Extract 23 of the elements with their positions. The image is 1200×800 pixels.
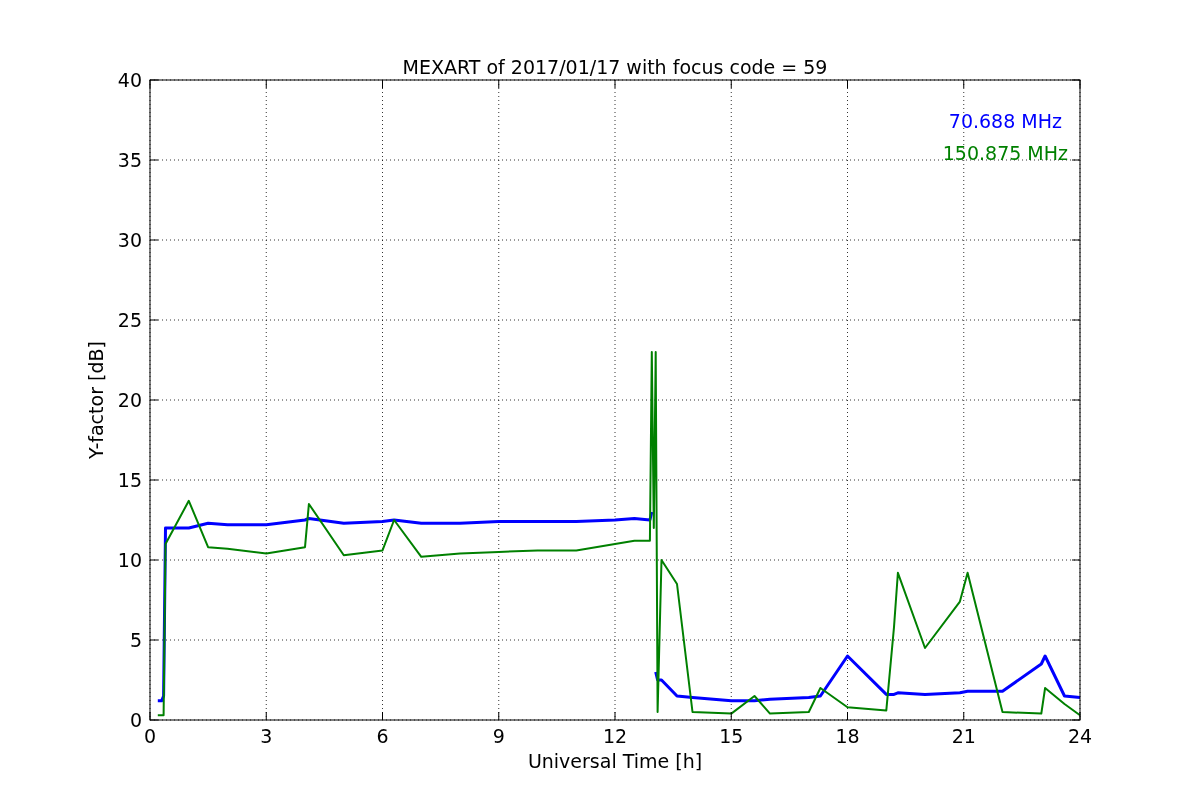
y-tick-label: 0 bbox=[129, 709, 142, 731]
x-axis-label: Universal Time [h] bbox=[527, 750, 703, 772]
x-tick-label: 0 bbox=[143, 725, 157, 747]
y-tick-label: 10 bbox=[117, 549, 142, 571]
x-tick-label: 9 bbox=[492, 725, 505, 747]
y-tick-label: 35 bbox=[117, 149, 142, 171]
legend-label: 70.688 MHz bbox=[948, 110, 1062, 132]
y-tick-label: 20 bbox=[117, 389, 142, 411]
y-axis-label: Y-factor [dB] bbox=[85, 341, 107, 459]
y-tick-label: 25 bbox=[117, 309, 142, 331]
x-tick-label: 6 bbox=[376, 725, 389, 747]
x-tick-label: 24 bbox=[1067, 725, 1093, 747]
x-tick-label: 21 bbox=[951, 725, 976, 747]
y-tick-label: 30 bbox=[117, 229, 142, 251]
y-tick-label: 15 bbox=[117, 469, 142, 491]
y-tick-label: 40 bbox=[117, 69, 142, 91]
y-tick-label: 5 bbox=[129, 629, 142, 651]
x-tick-label: 15 bbox=[719, 725, 744, 747]
legend-label: 150.875 MHz bbox=[942, 142, 1068, 164]
chart-title: MEXART of 2017/01/17 with focus code = 59 bbox=[402, 56, 828, 78]
x-tick-label: 3 bbox=[260, 725, 273, 747]
x-tick-label: 18 bbox=[835, 725, 860, 747]
x-tick-label: 12 bbox=[602, 725, 628, 747]
